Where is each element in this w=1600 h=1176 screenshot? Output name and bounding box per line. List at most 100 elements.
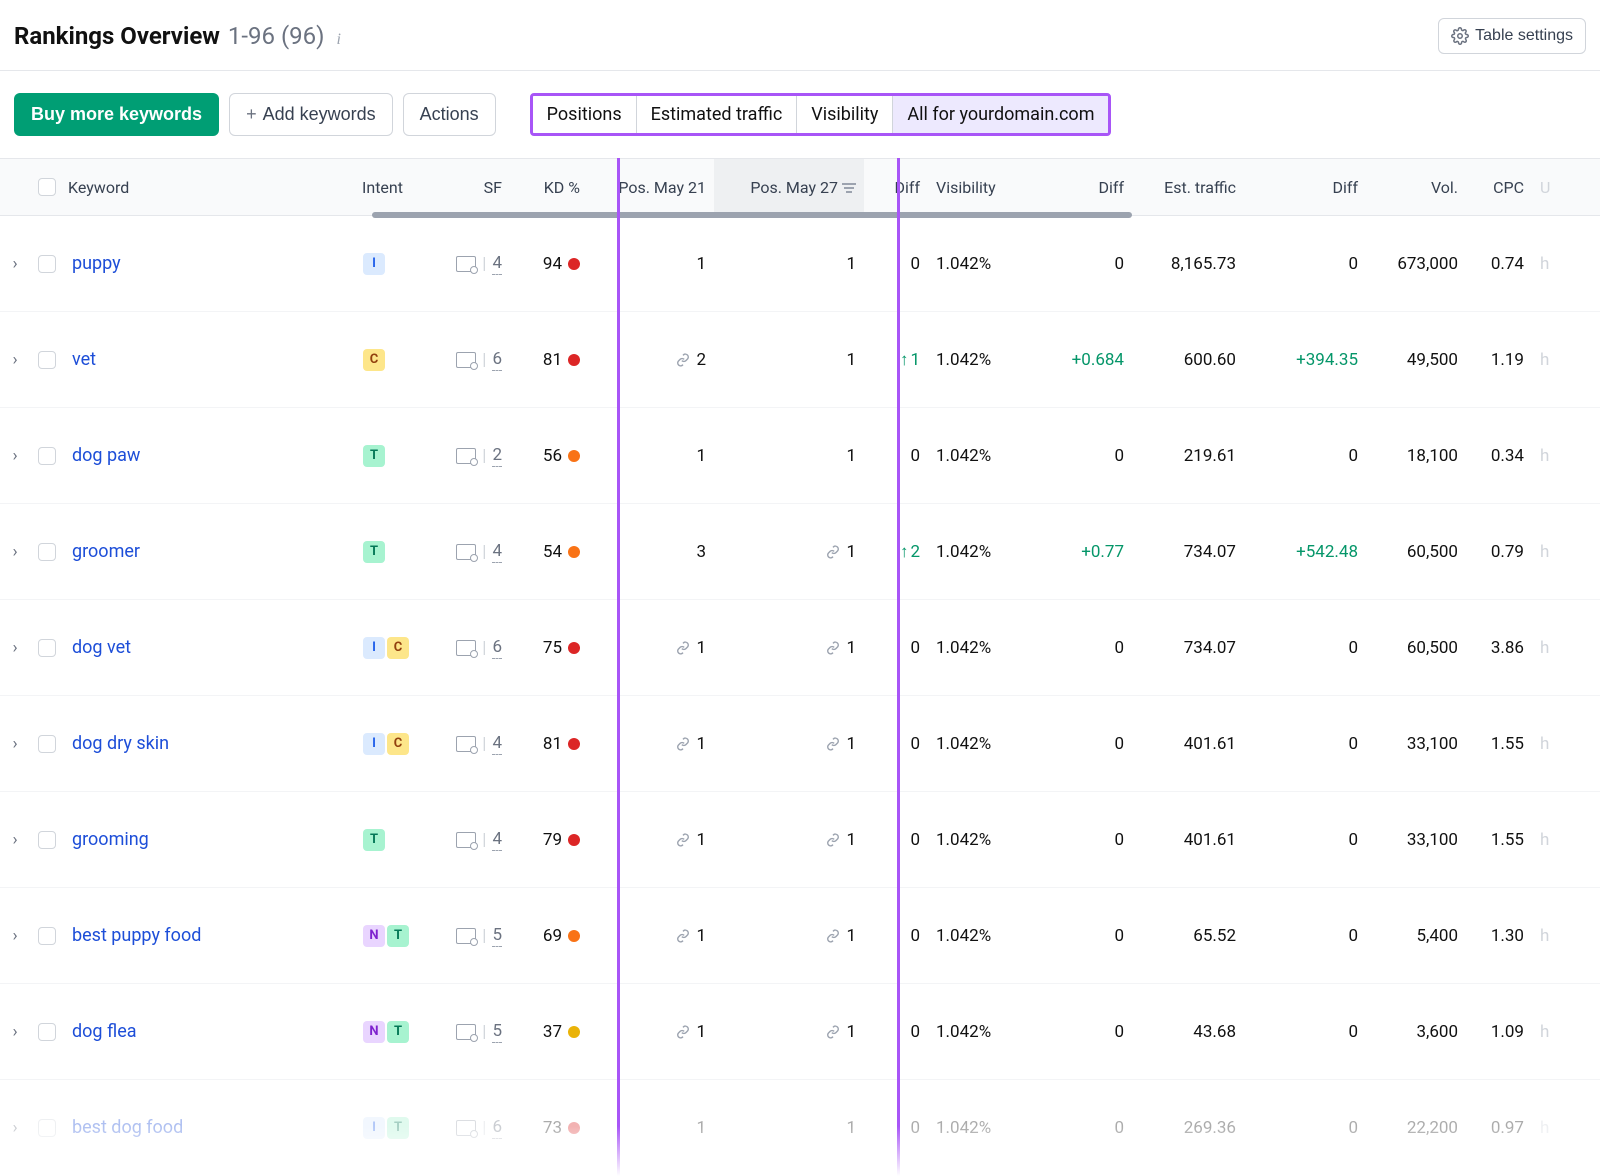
tab-positions[interactable]: Positions bbox=[533, 96, 637, 133]
sf-cell[interactable]: |4 bbox=[432, 253, 510, 275]
col-pos1[interactable]: Pos. May 21 bbox=[588, 178, 714, 197]
serp-features-icon bbox=[456, 928, 476, 944]
url-cell[interactable]: h bbox=[1532, 638, 1572, 658]
url-cell[interactable]: h bbox=[1532, 446, 1572, 466]
sf-cell[interactable]: |5 bbox=[432, 1021, 510, 1043]
col-sf[interactable]: SF bbox=[432, 178, 510, 197]
intent-cell: T bbox=[354, 541, 432, 563]
cpc-cell: 3.86 bbox=[1466, 638, 1532, 658]
col-diff3[interactable]: Diff bbox=[1244, 178, 1366, 197]
url-cell[interactable]: h bbox=[1532, 926, 1572, 946]
col-kd[interactable]: KD % bbox=[510, 178, 588, 197]
table-body: ›puppyI|4941101.042%08,165.730673,0000.7… bbox=[0, 216, 1600, 1176]
expand-row-icon[interactable]: › bbox=[12, 1118, 17, 1138]
info-icon[interactable]: i bbox=[337, 31, 341, 49]
keyword-link[interactable]: grooming bbox=[72, 829, 149, 850]
keyword-link[interactable]: best puppy food bbox=[72, 925, 201, 946]
col-cpc[interactable]: CPC bbox=[1466, 178, 1532, 197]
row-checkbox[interactable] bbox=[38, 639, 56, 657]
col-url[interactable]: U bbox=[1532, 178, 1572, 197]
sf-cell[interactable]: |6 bbox=[432, 637, 510, 659]
pos1-cell: 2 bbox=[588, 350, 714, 370]
url-cell[interactable]: h bbox=[1532, 542, 1572, 562]
expand-row-icon[interactable]: › bbox=[12, 350, 17, 370]
diff2-cell: +0.684 bbox=[1040, 350, 1132, 370]
serp-features-icon bbox=[456, 544, 476, 560]
row-checkbox[interactable] bbox=[38, 1023, 56, 1041]
serp-features-icon bbox=[456, 1120, 476, 1136]
row-checkbox[interactable] bbox=[38, 831, 56, 849]
add-keywords-button[interactable]: + Add keywords bbox=[229, 93, 393, 136]
diff1-cell: ↑1 bbox=[864, 350, 928, 370]
col-traffic[interactable]: Est. traffic bbox=[1132, 178, 1244, 197]
expand-row-icon[interactable]: › bbox=[12, 446, 17, 466]
expand-row-icon[interactable]: › bbox=[12, 1022, 17, 1042]
col-diff1[interactable]: Diff bbox=[864, 178, 928, 197]
visibility-cell: 1.042% bbox=[928, 446, 1040, 466]
expand-row-icon[interactable]: › bbox=[12, 638, 17, 658]
col-pos2[interactable]: Pos. May 27 bbox=[714, 159, 864, 215]
keyword-link[interactable]: dog vet bbox=[72, 637, 131, 658]
actions-button[interactable]: Actions bbox=[403, 93, 496, 136]
expand-row-icon[interactable]: › bbox=[12, 542, 17, 562]
row-checkbox[interactable] bbox=[38, 255, 56, 273]
diff3-cell: +394.35 bbox=[1244, 350, 1366, 370]
sf-cell[interactable]: |2 bbox=[432, 445, 510, 467]
diff1-cell: 0 bbox=[864, 638, 928, 658]
sf-cell[interactable]: |4 bbox=[432, 733, 510, 755]
url-cell[interactable]: h bbox=[1532, 254, 1572, 274]
keyword-link[interactable]: dog dry skin bbox=[72, 733, 169, 754]
tab-visibility[interactable]: Visibility bbox=[797, 96, 893, 133]
url-cell[interactable]: h bbox=[1532, 734, 1572, 754]
col-visibility[interactable]: Visibility bbox=[928, 178, 1040, 197]
traffic-cell: 8,165.73 bbox=[1132, 254, 1244, 274]
sf-cell[interactable]: |6 bbox=[432, 349, 510, 371]
diff1-cell: 0 bbox=[864, 926, 928, 946]
row-checkbox[interactable] bbox=[38, 927, 56, 945]
header: Rankings Overview 1-96 (96) i Table sett… bbox=[0, 0, 1600, 71]
url-cell[interactable]: h bbox=[1532, 1022, 1572, 1042]
keyword-link[interactable]: dog paw bbox=[72, 445, 140, 466]
serp-features-icon bbox=[456, 736, 476, 752]
sf-cell[interactable]: |6 bbox=[432, 1117, 510, 1139]
url-cell[interactable]: h bbox=[1532, 830, 1572, 850]
row-checkbox[interactable] bbox=[38, 447, 56, 465]
col-vol[interactable]: Vol. bbox=[1366, 178, 1466, 197]
expand-row-icon[interactable]: › bbox=[12, 926, 17, 946]
select-all-checkbox[interactable] bbox=[38, 178, 56, 196]
link-icon bbox=[674, 638, 692, 658]
intent-badge-T: T bbox=[363, 445, 385, 467]
link-icon bbox=[674, 830, 692, 850]
sort-icon bbox=[842, 178, 856, 197]
kd-cell: 56 bbox=[510, 446, 588, 466]
expand-row-icon[interactable]: › bbox=[12, 830, 17, 850]
url-cell[interactable]: h bbox=[1532, 1118, 1572, 1138]
serp-features-icon bbox=[456, 256, 476, 272]
table-settings-button[interactable]: Table settings bbox=[1438, 18, 1586, 54]
tab-all-for-yourdomain-com[interactable]: All for yourdomain.com bbox=[893, 96, 1108, 133]
buy-keywords-button[interactable]: Buy more keywords bbox=[14, 93, 219, 136]
url-cell[interactable]: h bbox=[1532, 350, 1572, 370]
sf-cell[interactable]: |4 bbox=[432, 829, 510, 851]
col-keyword[interactable]: Keyword bbox=[64, 178, 354, 197]
row-checkbox[interactable] bbox=[38, 1119, 56, 1137]
visibility-cell: 1.042% bbox=[928, 830, 1040, 850]
expand-row-icon[interactable]: › bbox=[12, 254, 17, 274]
keyword-link[interactable]: dog flea bbox=[72, 1021, 137, 1042]
link-icon bbox=[824, 926, 842, 946]
keyword-link[interactable]: vet bbox=[72, 349, 96, 370]
expand-row-icon[interactable]: › bbox=[12, 734, 17, 754]
col-intent[interactable]: Intent bbox=[354, 178, 432, 197]
sf-cell[interactable]: |5 bbox=[432, 925, 510, 947]
diff3-cell: +542.48 bbox=[1244, 542, 1366, 562]
row-checkbox[interactable] bbox=[38, 735, 56, 753]
link-icon bbox=[674, 734, 692, 754]
keyword-link[interactable]: best dog food bbox=[72, 1117, 183, 1138]
keyword-link[interactable]: puppy bbox=[72, 253, 121, 274]
row-checkbox[interactable] bbox=[38, 543, 56, 561]
sf-cell[interactable]: |4 bbox=[432, 541, 510, 563]
row-checkbox[interactable] bbox=[38, 351, 56, 369]
tab-estimated-traffic[interactable]: Estimated traffic bbox=[637, 96, 798, 133]
keyword-link[interactable]: groomer bbox=[72, 541, 140, 562]
col-diff2[interactable]: Diff bbox=[1040, 178, 1132, 197]
